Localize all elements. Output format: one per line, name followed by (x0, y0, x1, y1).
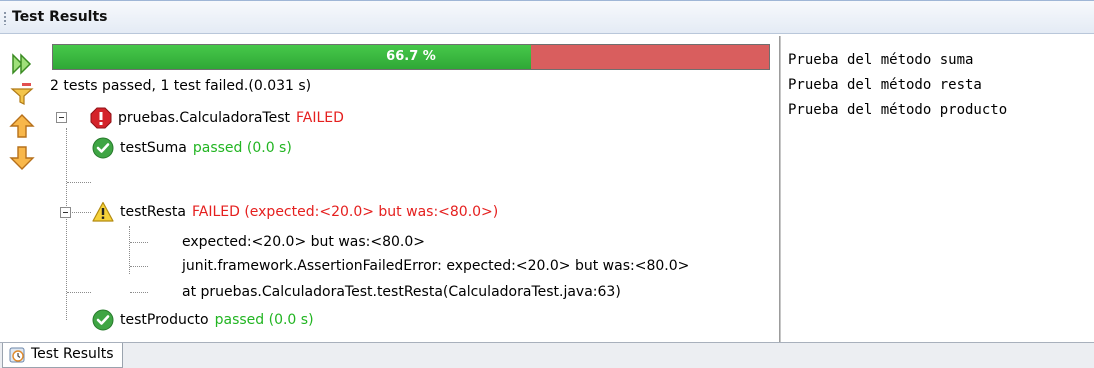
window-title: Test Results (12, 9, 108, 25)
drag-grip-icon[interactable] (4, 12, 6, 25)
tree-node-suite[interactable]: pruebas.CalculadoraTest FAILED (90, 105, 344, 131)
output-line: Prueba del método resta (788, 77, 982, 93)
test-status: passed (0.0 s) (214, 312, 314, 328)
tab-label: Test Results (31, 346, 114, 362)
previous-failure-button[interactable] (8, 112, 36, 140)
check-circle-icon (92, 137, 114, 159)
test-name: testProducto (120, 312, 209, 328)
test-name: testResta (120, 204, 186, 220)
check-circle-icon (92, 309, 114, 331)
side-toolbar (4, 42, 42, 332)
previous-failure-icon (9, 114, 35, 138)
output-line: Prueba del método suma (788, 52, 974, 68)
test-results-icon (9, 347, 25, 363)
tab-test-results[interactable]: Test Results (2, 343, 123, 368)
failure-detail-line[interactable]: expected:<20.0> but was:<80.0> (182, 229, 425, 255)
rerun-button[interactable] (8, 50, 36, 78)
window-title-bar: Test Results (0, 0, 1094, 34)
panel-splitter[interactable] (779, 36, 781, 342)
bottom-tab-bar: Test Results (0, 342, 1094, 368)
failure-detail-line[interactable]: junit.framework.AssertionFailedError: ex… (182, 253, 689, 279)
progress-label: 66.7 % (386, 49, 436, 64)
stack-trace-line[interactable]: at pruebas.CalculadoraTest.testResta(Cal… (182, 279, 621, 305)
tree-node-test[interactable]: testProducto passed (0.0 s) (92, 307, 314, 333)
test-collapse-toggle[interactable] (60, 207, 71, 218)
test-summary: 2 tests passed, 1 test failed.(0.031 s) (50, 78, 312, 94)
suite-name: pruebas.CalculadoraTest (118, 110, 290, 126)
test-name: testSuma (120, 140, 187, 156)
next-failure-button[interactable] (8, 144, 36, 172)
tree-node-test[interactable]: testSuma passed (0.0 s) (92, 135, 292, 161)
tree-node-test[interactable]: testResta FAILED (expected:<20.0> but wa… (92, 199, 498, 225)
warning-icon (92, 201, 114, 222)
filter-icon (10, 83, 34, 105)
test-progress-bar: 66.7 % (52, 44, 770, 70)
suite-status: FAILED (295, 110, 344, 126)
filter-button[interactable] (8, 80, 36, 108)
output-line: Prueba del método producto (788, 102, 1008, 118)
test-status: passed (0.0 s) (192, 140, 292, 156)
next-failure-icon (9, 146, 35, 170)
test-output-pane[interactable]: Prueba del método suma Prueba del método… (788, 48, 1007, 123)
test-status: FAILED (expected:<20.0> but was:<80.0>) (191, 204, 499, 220)
suite-collapse-toggle[interactable] (56, 112, 67, 123)
error-icon (90, 107, 112, 129)
rerun-icon (12, 53, 32, 75)
